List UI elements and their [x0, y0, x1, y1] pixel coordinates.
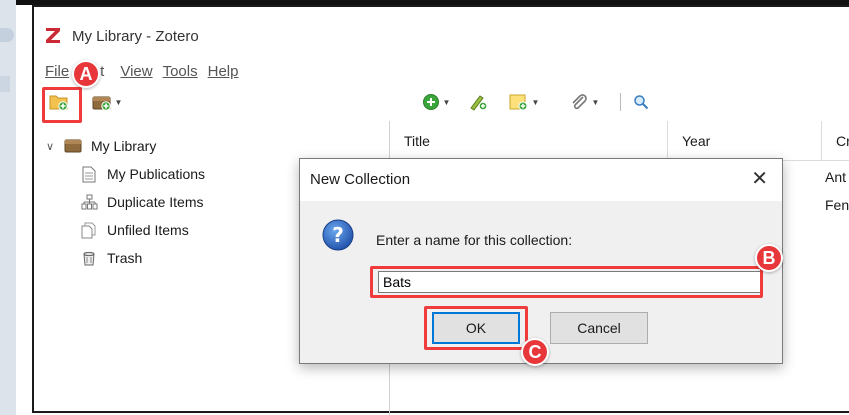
chevron-down-icon: ∨ — [46, 140, 55, 153]
search-icon — [634, 95, 649, 110]
tree-item-label: Duplicate Items — [107, 194, 204, 210]
new-note-icon — [509, 94, 528, 111]
annotation-marker-b: B — [755, 244, 783, 272]
new-item-icon — [422, 94, 439, 110]
tree-item-my-publications[interactable]: My Publications — [80, 161, 205, 187]
menu-tools-label: Tools — [162, 63, 198, 80]
question-icon: ? — [322, 219, 354, 251]
unfiled-icon — [80, 222, 98, 238]
highlight-box-b — [370, 266, 763, 298]
dialog-title: New Collection — [310, 171, 411, 188]
highlight-box-c — [424, 306, 528, 350]
add-by-identifier-icon — [470, 95, 488, 111]
menu-help-label: Help — [207, 63, 239, 80]
menubar: File t View Tools Help — [40, 61, 243, 83]
attachment-icon — [571, 94, 587, 110]
chevron-down-icon: ▼ — [442, 97, 451, 107]
annotation-marker-c: C — [521, 338, 549, 366]
tree-item-label: My Publications — [107, 166, 206, 182]
cancel-button[interactable]: Cancel — [550, 312, 648, 344]
toolbar: ▼ ▼ ▼ ▼ — [34, 87, 849, 117]
add-by-identifier-button[interactable] — [466, 91, 490, 113]
document-icon — [80, 166, 98, 182]
tree-item-label: My Library — [91, 138, 157, 154]
trash-icon — [80, 250, 98, 266]
menu-view-label: View — [120, 63, 153, 80]
toolbar-separator — [620, 93, 621, 111]
chevron-down-icon: ▼ — [531, 97, 540, 107]
background-shape — [0, 76, 10, 92]
highlight-box-a — [42, 87, 82, 123]
menu-tools[interactable]: Tools — [158, 61, 203, 83]
library-icon — [64, 138, 82, 154]
new-collection-dialog: New Collection ✕ ? Enter a name for this… — [299, 158, 783, 364]
tree-item-trash[interactable]: Trash — [80, 245, 142, 271]
duplicate-icon — [80, 194, 98, 210]
column-header-year[interactable]: Year — [668, 121, 822, 161]
tree-item-label: Trash — [107, 250, 143, 266]
column-header-label: Year — [682, 132, 711, 149]
column-header-title[interactable]: Title — [390, 121, 668, 161]
column-header-label: Cr — [836, 132, 849, 149]
dialog-titlebar: New Collection ✕ — [300, 159, 782, 201]
menu-help[interactable]: Help — [203, 61, 244, 83]
menu-view[interactable]: View — [109, 61, 157, 83]
annotation-marker-a: A — [72, 60, 100, 88]
table-cell-creator: Ant — [825, 169, 847, 185]
add-attachment-button[interactable]: ▼ — [562, 91, 606, 113]
column-header-label: Title — [404, 132, 430, 149]
search-button[interactable] — [630, 91, 652, 113]
window-title: My Library - Zotero — [72, 28, 199, 45]
new-library-button[interactable]: ▼ — [88, 91, 126, 113]
tree-item-label: Unfiled Items — [107, 222, 189, 238]
tree-item-my-library[interactable]: ∨ My Library — [46, 133, 156, 159]
tree-item-duplicate-items[interactable]: Duplicate Items — [80, 189, 203, 215]
window-titlebar: My Library - Zotero — [34, 7, 849, 59]
close-icon[interactable]: ✕ — [751, 168, 768, 190]
menu-file[interactable]: File — [40, 61, 74, 83]
dialog-prompt: Enter a name for this collection: — [376, 232, 573, 248]
background-desktop — [0, 0, 16, 415]
menu-file-label: File — [45, 63, 70, 80]
new-note-button[interactable]: ▼ — [504, 91, 544, 113]
chevron-down-icon: ▼ — [114, 97, 123, 107]
column-header-creator[interactable]: Cr — [822, 121, 849, 161]
menu-edit-label-visible: t — [100, 63, 105, 80]
svg-text:?: ? — [332, 223, 344, 247]
zotero-logo-icon — [46, 28, 60, 43]
table-cell-creator: Fen — [825, 197, 849, 213]
new-library-icon — [92, 96, 111, 111]
tree-item-unfiled-items[interactable]: Unfiled Items — [80, 217, 189, 243]
background-shape — [0, 28, 14, 42]
chevron-down-icon: ▼ — [591, 97, 600, 107]
new-item-button[interactable]: ▼ — [418, 91, 454, 113]
